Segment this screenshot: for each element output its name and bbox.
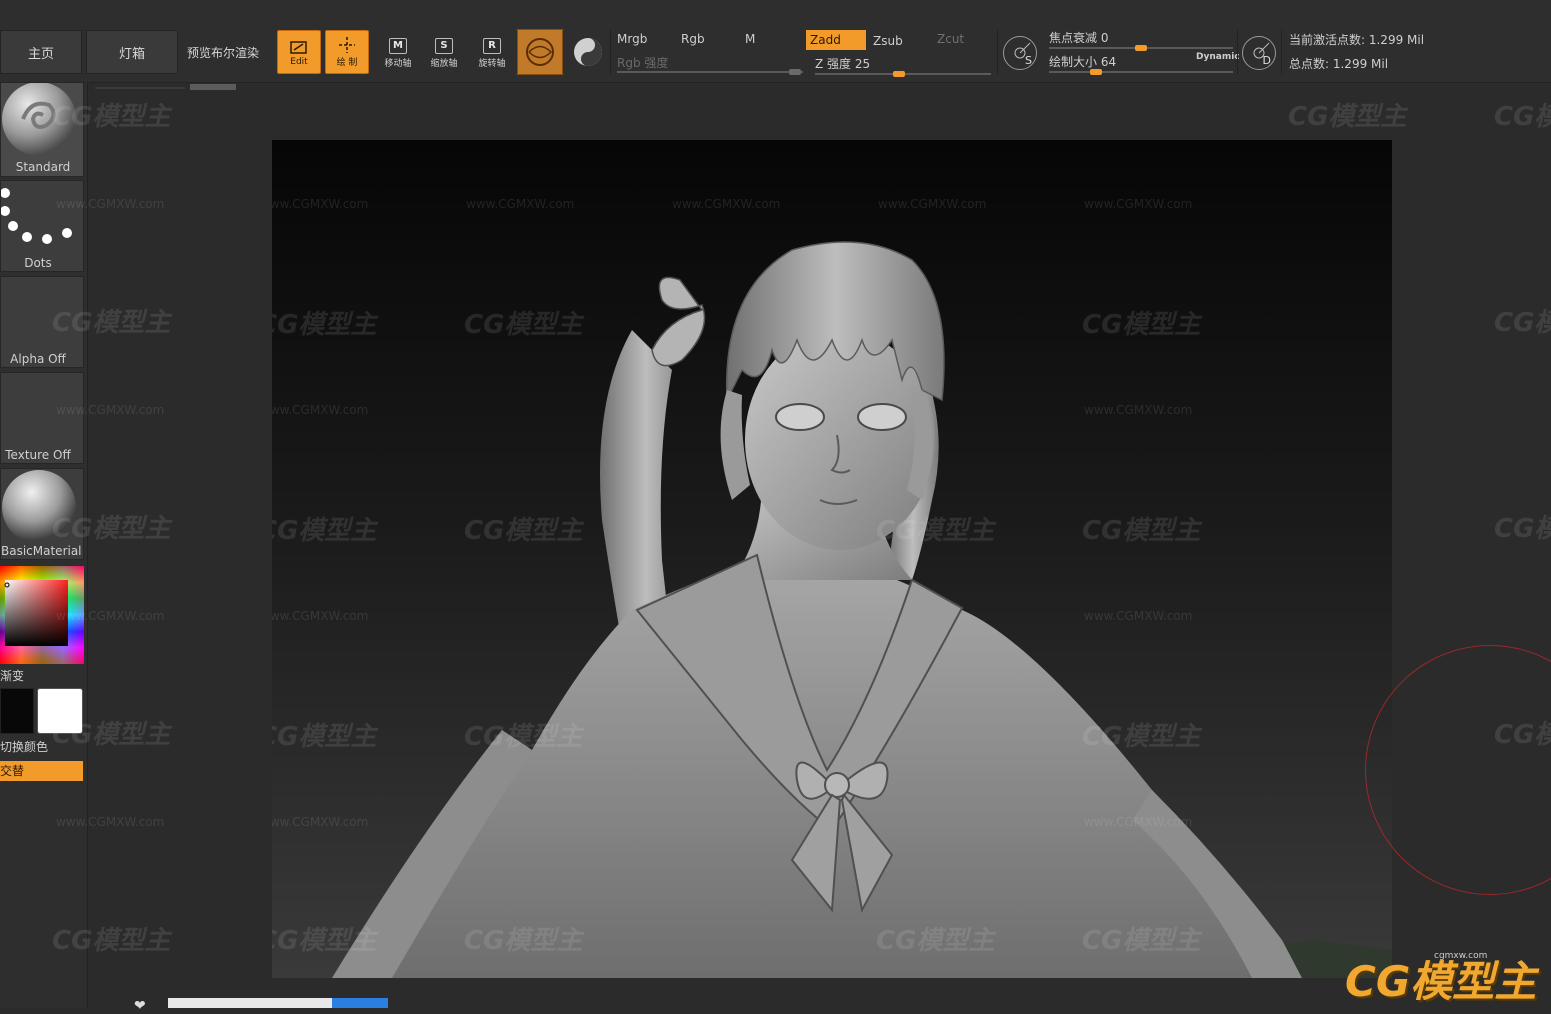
scale-label: 缩放轴 — [430, 58, 458, 69]
left-eye — [775, 403, 825, 431]
mrgb-button[interactable]: Mrgb — [617, 32, 647, 46]
shelf-scroll-handle[interactable] — [190, 84, 236, 90]
hair-bow — [651, 276, 706, 367]
draw-size-slider-knob[interactable] — [1090, 69, 1102, 75]
edit-mode-button[interactable]: Edit — [277, 30, 321, 74]
right-eye — [857, 403, 907, 431]
move-button[interactable]: M 移动轴 — [378, 34, 418, 72]
lightbox-button[interactable]: 灯箱 — [86, 30, 178, 74]
sculpt-model-render — [332, 241, 1392, 978]
symmetry-icon — [574, 38, 602, 66]
zcut-button[interactable]: Zcut — [937, 32, 964, 46]
draw-icon — [339, 37, 355, 53]
secondary-color-swatch[interactable] — [37, 688, 83, 734]
focal-shift-label: 焦点衰减 0 — [1049, 31, 1109, 45]
toolbar-divider — [610, 30, 611, 74]
rgb-intensity-label: Rgb 强度 — [617, 56, 669, 70]
lazy-mouse-d-dial[interactable]: D — [1242, 36, 1276, 70]
stroke-selector[interactable]: Dots — [0, 180, 84, 272]
edit-icon — [290, 40, 307, 54]
focal-shift-slider-knob[interactable] — [1135, 45, 1147, 51]
top-toolbar: 主页 灯箱 预览布尔渲染 Edit 绘 制 M 移动轴 S 缩放轴 R 旋转轴 … — [0, 0, 1551, 82]
home-button[interactable]: 主页 — [0, 30, 82, 74]
total-points-count: 总点数: 1.299 Mil — [1289, 57, 1389, 71]
document-canvas[interactable]: CG模型主 CG模型主 CG模型主 CG模型主 CG模型主 CG模型主 CG模型… — [272, 140, 1392, 978]
rgb-intensity-slider[interactable] — [617, 71, 803, 73]
heart-icon: ❤ — [134, 998, 146, 1014]
color-picker-gradient — [0, 566, 84, 664]
dynamic-toggle[interactable]: Dynamic — [1196, 52, 1240, 62]
rotate-icon: R — [483, 37, 501, 54]
m-button[interactable]: M — [745, 32, 755, 46]
toolbar-divider — [1281, 30, 1282, 74]
toolbar-divider — [1237, 30, 1238, 74]
edit-label: Edit — [290, 56, 308, 67]
texture-selector[interactable]: Texture Off — [0, 372, 84, 464]
alpha-label: Alpha Off — [10, 352, 66, 366]
zadd-button[interactable]: Zadd — [806, 30, 866, 50]
rgb-intensity-slider-knob[interactable] — [789, 69, 801, 75]
lazy-mouse-s-dial[interactable]: S — [1003, 36, 1037, 70]
bottom-action-button[interactable] — [332, 998, 388, 1008]
dial-d-icon — [1253, 42, 1270, 59]
z-intensity-label: Z 强度 25 — [815, 57, 871, 71]
rotate-button[interactable]: R 旋转轴 — [472, 34, 512, 72]
zsub-button[interactable]: Zsub — [873, 34, 903, 48]
draw-size-label: 绘制大小 64 — [1049, 55, 1117, 69]
bottom-input-bar[interactable] — [168, 998, 332, 1008]
z-intensity-slider-knob[interactable] — [893, 71, 905, 77]
sphere-mesh-icon — [526, 38, 554, 66]
dots-stroke-icon — [1, 188, 72, 244]
material-label: BasicMaterial — [1, 544, 82, 558]
symmetry-button[interactable] — [568, 32, 608, 72]
material-selector[interactable]: BasicMaterial — [0, 468, 84, 560]
sculptris-pro-button[interactable] — [517, 29, 563, 75]
main-color-swatch[interactable] — [0, 688, 34, 734]
draw-size-slider[interactable] — [1049, 71, 1233, 73]
rotate-label: 旋转轴 — [478, 58, 506, 69]
scale-button[interactable]: S 缩放轴 — [424, 34, 464, 72]
texture-label: Texture Off — [5, 448, 71, 462]
move-label: 移动轴 — [384, 58, 412, 69]
active-points-count: 当前激活点数: 1.299 Mil — [1289, 33, 1425, 47]
brand-url: cgmxw.com — [1434, 951, 1488, 961]
switch-color-button[interactable]: 切换颜色 — [0, 738, 48, 755]
alpha-selector[interactable]: Alpha Off — [0, 276, 84, 368]
dial-s-icon — [1014, 42, 1031, 59]
alternate-button[interactable]: 交替 — [0, 761, 83, 781]
standard-brush-icon — [2, 83, 76, 156]
brush-selector[interactable]: Standard — [0, 82, 84, 177]
color-picker[interactable] — [0, 566, 84, 664]
scale-icon: S — [435, 37, 453, 54]
move-icon: M — [389, 37, 407, 54]
toolbar-divider — [997, 30, 998, 74]
stroke-label: Dots — [24, 256, 52, 270]
basic-material-icon — [2, 470, 76, 543]
rgb-button[interactable]: Rgb — [681, 32, 705, 46]
draw-mode-button[interactable]: 绘 制 — [325, 30, 369, 74]
draw-label: 绘 制 — [336, 58, 358, 68]
shelf-scroll-track — [95, 87, 185, 89]
brush-label: Standard — [15, 160, 71, 174]
bpr-render-button[interactable]: 预览布尔渲染 — [180, 30, 266, 74]
gradient-label[interactable]: 渐变 — [0, 667, 24, 684]
